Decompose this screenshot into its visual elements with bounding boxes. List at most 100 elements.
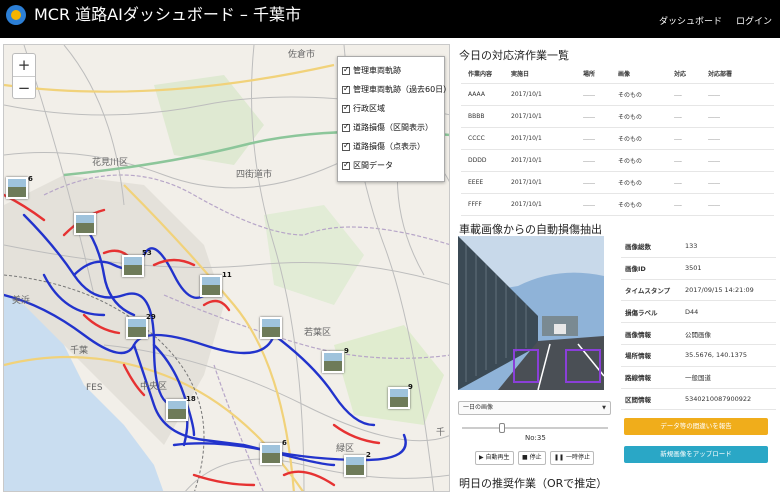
- layer-toggle[interactable]: 管理車両軌跡（過去60日）: [342, 80, 449, 99]
- image-marker[interactable]: [200, 275, 222, 297]
- work-list-title: 今日の対応済作業一覧: [459, 49, 569, 62]
- nav-login[interactable]: ログイン: [736, 14, 772, 27]
- checkbox-icon[interactable]: [342, 141, 350, 151]
- layer-label: 管理車両軌跡（過去60日）: [353, 85, 450, 94]
- checkbox-icon[interactable]: [342, 65, 350, 75]
- col-header: 作業内容: [468, 71, 493, 78]
- layer-toggle[interactable]: 行政区域: [342, 99, 440, 118]
- checkbox-icon[interactable]: [342, 84, 350, 94]
- marker-count: 6: [282, 439, 287, 447]
- col-header: 画像: [618, 71, 631, 78]
- checkbox-icon[interactable]: [342, 122, 350, 132]
- table-cell: 2017/10/1: [511, 179, 542, 186]
- table-cell: 2017/10/1: [511, 201, 542, 208]
- layer-toggle[interactable]: 管理車両軌跡: [342, 61, 440, 80]
- image-marker[interactable]: [6, 177, 28, 199]
- image-marker[interactable]: [122, 255, 144, 277]
- table-cell: そのもの: [618, 158, 643, 165]
- table-row[interactable]: DDDD 2017/10/1 …… そのもの …. ……: [461, 150, 774, 172]
- property-value: 35.5676, 140.1375: [685, 351, 748, 360]
- image-marker[interactable]: [388, 387, 410, 409]
- table-cell: ……: [708, 201, 720, 208]
- table-cell: ……: [708, 135, 720, 142]
- property-row: 画像情報 公開画像: [621, 323, 776, 345]
- property-value: 2017/09/15 14:21:09: [685, 285, 754, 294]
- layer-toggle[interactable]: 道路損傷（点表示）: [342, 137, 440, 156]
- image-marker[interactable]: [74, 213, 96, 235]
- property-row: 画像ID 3501: [621, 258, 776, 280]
- layer-label: 道路損傷（点表示）: [353, 142, 425, 151]
- table-row[interactable]: EEEE 2017/10/1 …… そのもの …. ……: [461, 172, 774, 194]
- brand[interactable]: MCR 道路AIダッシュボード – 千葉市: [6, 5, 301, 25]
- image-marker[interactable]: [322, 351, 344, 373]
- table-cell: ……: [708, 157, 720, 164]
- image-marker[interactable]: [166, 399, 188, 421]
- property-key: タイムスタンプ: [625, 286, 671, 295]
- table-cell: ….: [674, 91, 682, 98]
- layer-toggle[interactable]: 道路損傷（区間表示）: [342, 118, 440, 137]
- image-marker[interactable]: [260, 443, 282, 465]
- property-key: 区間情報: [625, 395, 651, 404]
- marker-count: 9: [344, 347, 349, 355]
- property-value: D44: [685, 307, 699, 316]
- table-row[interactable]: CCCC 2017/10/1 …… そのもの …. ……: [461, 128, 774, 150]
- table-cell: ……: [708, 91, 720, 98]
- image-slider[interactable]: [462, 423, 608, 433]
- chevron-down-icon: ▼: [602, 405, 606, 411]
- place-label: 中央区: [140, 382, 168, 392]
- table-row[interactable]: AAAA 2017/10/1 …… そのもの …. ……: [461, 84, 774, 106]
- nav-dashboard[interactable]: ダッシュボード: [659, 14, 722, 27]
- property-key: 場所情報: [625, 352, 651, 361]
- road-map[interactable]: 佐倉市 花見川区 四街道市 若葉区 美浜 千葉 中央区 緑区 FES 千 + −…: [3, 44, 450, 492]
- property-key: 路線情報: [625, 374, 651, 383]
- table-cell: FFFF: [468, 201, 482, 208]
- zoom-out-button[interactable]: −: [13, 76, 35, 98]
- property-key: 損傷ラベル: [625, 308, 658, 317]
- table-cell: そのもの: [618, 202, 643, 209]
- checkbox-icon[interactable]: [342, 160, 350, 170]
- upload-image-button[interactable]: 新規画像をアップロード: [624, 446, 768, 463]
- col-header: 対応: [674, 71, 687, 78]
- table-cell: そのもの: [618, 136, 643, 143]
- slider-handle[interactable]: [499, 423, 505, 433]
- property-row: 区間情報 5340210087900922: [621, 389, 776, 411]
- table-cell: ……: [583, 201, 595, 208]
- col-header: 実施日: [511, 71, 530, 78]
- pause-button[interactable]: ❚❚ 一時停止: [550, 451, 594, 465]
- image-marker[interactable]: [344, 455, 366, 477]
- table-cell: ……: [583, 157, 595, 164]
- stop-button[interactable]: ■ 停止: [518, 451, 546, 465]
- damage-title: 車載画像からの自動損傷抽出: [459, 223, 602, 236]
- app-title: MCR 道路AIダッシュボード – 千葉市: [34, 5, 302, 24]
- image-range-select[interactable]: 一日の画像 ▼: [458, 401, 611, 415]
- image-marker[interactable]: [126, 317, 148, 339]
- marker-count: 18: [186, 395, 196, 403]
- zoom-in-button[interactable]: +: [13, 54, 35, 76]
- layer-toggle[interactable]: 区間データ: [342, 156, 440, 175]
- place-label: 緑区: [336, 444, 355, 454]
- table-cell: そのもの: [618, 92, 643, 99]
- property-key: 画像総数: [625, 243, 651, 252]
- autoplay-button[interactable]: ▶ 自動再生: [475, 451, 514, 465]
- layer-label: 道路損傷（区間表示）: [353, 123, 433, 132]
- place-label: 四街道市: [236, 170, 273, 180]
- table-cell: ……: [708, 113, 720, 120]
- table-row[interactable]: FFFF 2017/10/1 …… そのもの …. ……: [461, 194, 774, 216]
- property-value: 公開画像: [685, 330, 711, 339]
- image-properties: 画像総数 133 画像ID 3501 タイムスタンプ 2017/09/15 14:21:0…: [621, 236, 776, 411]
- road-photo: [458, 236, 604, 390]
- table-cell: ….: [674, 157, 682, 164]
- col-header: 対応部署: [708, 71, 733, 78]
- logo-icon: [6, 5, 26, 25]
- place-label: FES: [86, 383, 103, 393]
- image-marker[interactable]: [260, 317, 282, 339]
- table-row[interactable]: BBBB 2017/10/1 …… そのもの …. ……: [461, 106, 774, 128]
- place-label: 千: [436, 428, 446, 438]
- table-cell: EEEE: [468, 179, 484, 186]
- property-key: 画像ID: [625, 265, 646, 274]
- checkbox-icon[interactable]: [342, 103, 350, 113]
- col-header: 場所: [583, 71, 596, 78]
- report-error-button[interactable]: データ等の間違いを報告: [624, 418, 768, 435]
- table-cell: 2017/10/1: [511, 157, 542, 164]
- table-cell: ….: [674, 201, 682, 208]
